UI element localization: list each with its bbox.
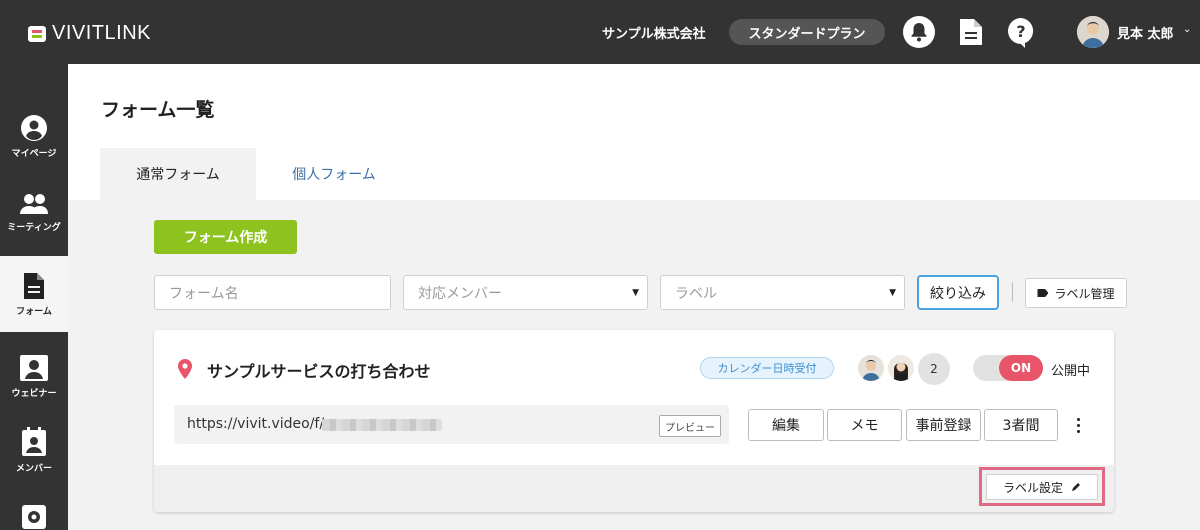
app-logo[interactable]: VIVITLINK bbox=[28, 22, 151, 45]
svg-text:?: ? bbox=[1016, 22, 1025, 41]
sidebar-item-label: メンバー bbox=[15, 463, 52, 474]
form-name-input[interactable]: フォーム名 bbox=[154, 275, 391, 310]
member-select[interactable]: 対応メンバー ▼ bbox=[403, 275, 648, 310]
user-circle-icon bbox=[21, 114, 47, 141]
sidebar-item-label: マイページ bbox=[11, 148, 57, 159]
help-icon[interactable]: ? bbox=[1005, 16, 1037, 48]
label-setting-text: ラベル設定 bbox=[1002, 480, 1063, 495]
caret-down-icon: ▼ bbox=[632, 288, 639, 298]
pencil-icon bbox=[1072, 483, 1080, 491]
member-count: 2 bbox=[918, 353, 950, 385]
edit-button[interactable]: 編集 bbox=[748, 409, 824, 441]
id-badge-icon bbox=[22, 426, 46, 456]
calendar-badge: カレンダー日時受付 bbox=[700, 357, 834, 379]
sidebar-item-form[interactable]: フォーム bbox=[0, 256, 68, 332]
logo-mark-icon bbox=[28, 25, 46, 42]
document-icon bbox=[24, 272, 44, 299]
tab-normal-form[interactable]: 通常フォーム bbox=[100, 148, 256, 200]
memo-button[interactable]: メモ bbox=[827, 409, 902, 441]
caret-down-icon: ▼ bbox=[889, 288, 896, 298]
label-manage-text: ラベル管理 bbox=[1054, 286, 1115, 301]
presenter-icon bbox=[20, 354, 48, 381]
bell-icon[interactable] bbox=[903, 16, 935, 48]
tab-personal-form[interactable]: 個人フォーム bbox=[256, 148, 412, 200]
form-url[interactable]: https://vivit.video/f/ bbox=[187, 416, 324, 432]
sidebar-item-webinar[interactable]: ウェビナー bbox=[0, 338, 68, 414]
user-avatar[interactable] bbox=[1077, 16, 1109, 48]
sidebar-item-label: フォーム bbox=[16, 306, 52, 317]
three-party-button[interactable]: 3者間 bbox=[984, 409, 1058, 441]
divider bbox=[1012, 282, 1013, 302]
sidebar-item-mypage[interactable]: マイページ bbox=[0, 98, 68, 174]
url-redacted bbox=[322, 419, 442, 431]
company-name: サンプル株式会社 bbox=[602, 27, 706, 42]
publish-status: 公開中 bbox=[1051, 364, 1091, 379]
sidebar-item-member[interactable]: メンバー bbox=[0, 412, 68, 488]
member-select-value: 対応メンバー bbox=[418, 285, 502, 302]
filter-button[interactable]: 絞り込み bbox=[917, 275, 999, 310]
label-select-value: ラベル bbox=[675, 285, 717, 302]
chevron-down-icon[interactable]: ⌄ bbox=[1183, 24, 1191, 35]
label-setting-button[interactable]: ラベル設定 bbox=[986, 474, 1098, 500]
user-name[interactable]: 見本 太郎 bbox=[1117, 23, 1174, 42]
plan-badge: スタンダードプラン bbox=[729, 19, 885, 45]
member-avatar bbox=[856, 353, 886, 383]
sidebar-item-meeting[interactable]: ミーティング bbox=[0, 174, 68, 250]
location-pin-icon bbox=[178, 359, 192, 383]
form-card-footer bbox=[154, 465, 1114, 512]
sidebar-item-settings[interactable] bbox=[0, 486, 68, 530]
toggle-on-label: ON bbox=[999, 355, 1043, 381]
sidebar-item-label: ウェビナー bbox=[11, 388, 57, 399]
pre-registration-button[interactable]: 事前登録 bbox=[906, 409, 981, 441]
form-name-placeholder: フォーム名 bbox=[169, 285, 239, 302]
people-icon bbox=[20, 193, 48, 214]
logo-text: VIVITLINK bbox=[52, 22, 151, 44]
form-title[interactable]: サンプルサービスの打ち合わせ bbox=[207, 358, 431, 382]
gear-icon bbox=[22, 505, 46, 529]
create-form-button[interactable]: フォーム作成 bbox=[154, 220, 297, 254]
tag-icon bbox=[1037, 289, 1049, 297]
sidebar-item-label: ミーティング bbox=[7, 222, 61, 233]
document-icon[interactable] bbox=[955, 16, 987, 48]
page-title: フォーム一覧 bbox=[101, 99, 215, 121]
more-options-icon[interactable] bbox=[1070, 413, 1086, 437]
member-avatar bbox=[886, 353, 916, 383]
label-select[interactable]: ラベル ▼ bbox=[660, 275, 905, 310]
preview-button[interactable]: プレビュー bbox=[659, 415, 721, 437]
publish-toggle[interactable]: ON bbox=[973, 355, 1043, 381]
label-manage-button[interactable]: ラベル管理 bbox=[1025, 278, 1127, 308]
